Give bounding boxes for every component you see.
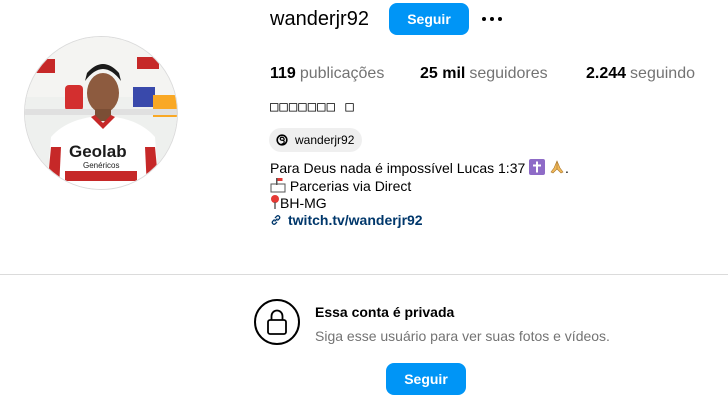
following-count-label: seguindo	[630, 65, 695, 82]
praying-hands-icon	[550, 160, 564, 174]
private-account-subtitle: Siga esse usuário para ver suas fotos e …	[315, 328, 610, 344]
following-count-value: 2.244	[586, 65, 627, 82]
followers-count[interactable]: 25 mil seguidores	[420, 64, 548, 84]
bio-line-2: Parcerias via Direct	[270, 177, 411, 195]
threads-username: wanderjr92	[295, 133, 355, 147]
follow-button[interactable]: Seguir	[389, 3, 469, 35]
threads-badge[interactable]: wanderjr92	[269, 128, 363, 152]
bio-line-1: Para Deus nada é impossível Lucas 1:37 .	[270, 159, 569, 176]
lock-glyph	[267, 309, 287, 335]
following-count[interactable]: 2.244 seguindo	[586, 64, 695, 84]
private-account-title: Essa conta é privada	[315, 304, 455, 320]
bio-line-3-text: BH-MG	[280, 195, 327, 211]
lock-icon	[254, 299, 300, 345]
bio-line-2-text: Parcerias via Direct	[289, 178, 412, 194]
private-follow-button[interactable]: Seguir	[386, 363, 466, 395]
svg-text:Geolab: Geolab	[69, 142, 127, 161]
posts-count-value: 119	[270, 65, 296, 82]
bio-line-1-text: Para Deus nada é impossível Lucas 1:37	[270, 160, 526, 176]
posts-count-label: publicações	[299, 65, 385, 82]
followers-count-label: seguidores	[469, 65, 548, 82]
threads-icon	[276, 134, 288, 146]
mailbox-icon	[270, 178, 286, 193]
pushpin-icon	[271, 195, 279, 209]
profile-full-name: □□□□□□□ □	[270, 99, 355, 115]
link-icon	[271, 215, 281, 225]
bio-link-text: twitch.tv/wanderjr92	[288, 212, 423, 228]
avatar-image: Geolab Genéricos	[25, 37, 177, 189]
posts-count: 119 publicações	[270, 64, 384, 84]
profile-avatar[interactable]: Geolab Genéricos	[24, 36, 178, 190]
bio-external-link[interactable]: twitch.tv/wanderjr92	[270, 212, 423, 228]
followers-count-value: 25 mil	[420, 65, 466, 82]
svg-text:Genéricos: Genéricos	[83, 161, 119, 170]
more-options-icon[interactable]	[482, 8, 504, 30]
cross-emoji-icon	[529, 159, 546, 175]
profile-username: wanderjr92	[270, 8, 369, 30]
bio-line-3: BH-MG	[270, 194, 327, 212]
section-divider	[0, 274, 728, 275]
